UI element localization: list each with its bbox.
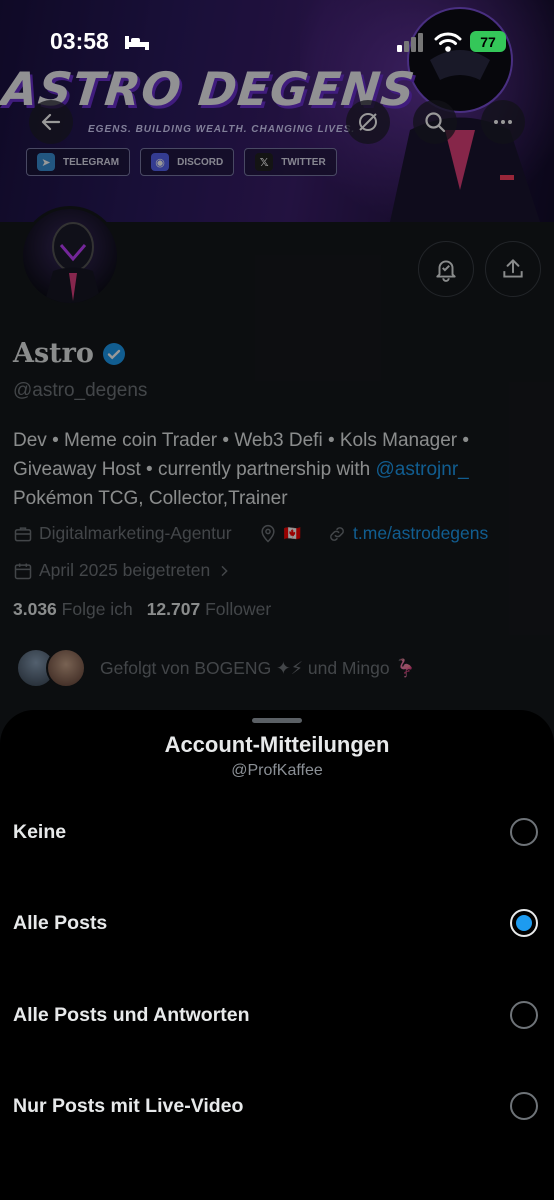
wifi-icon xyxy=(434,32,462,52)
sheet-grabber[interactable] xyxy=(252,718,302,723)
sheet-subtitle: @ProfKaffee xyxy=(231,762,323,779)
sheet-title: Account-Mitteilungen xyxy=(164,732,390,757)
sleep-mode-icon xyxy=(125,36,149,50)
status-time: 03:58 xyxy=(50,28,109,54)
battery-indicator: 77 xyxy=(470,31,506,52)
radio-posts-and-replies[interactable] xyxy=(510,1001,538,1029)
option-label: Keine xyxy=(13,820,67,843)
cellular-signal-icon xyxy=(397,33,423,52)
option-label: Nur Posts mit Live-Video xyxy=(13,1094,244,1117)
option-none[interactable]: Keine xyxy=(0,792,554,872)
option-label: Alle Posts xyxy=(13,911,108,934)
radio-all-posts[interactable] xyxy=(510,909,538,937)
option-all-posts[interactable]: Alle Posts xyxy=(0,883,554,963)
option-label: Alle Posts und Antworten xyxy=(13,1003,250,1026)
radio-live-video-only[interactable] xyxy=(510,1092,538,1120)
option-live-video-only[interactable]: Nur Posts mit Live-Video xyxy=(0,1066,554,1146)
battery-level: 77 xyxy=(480,33,496,50)
option-posts-and-replies[interactable]: Alle Posts und Antworten xyxy=(0,975,554,1055)
account-notifications-sheet: Account-Mitteilungen @ProfKaffee Keine A… xyxy=(0,710,554,1200)
radio-none[interactable] xyxy=(510,818,538,846)
